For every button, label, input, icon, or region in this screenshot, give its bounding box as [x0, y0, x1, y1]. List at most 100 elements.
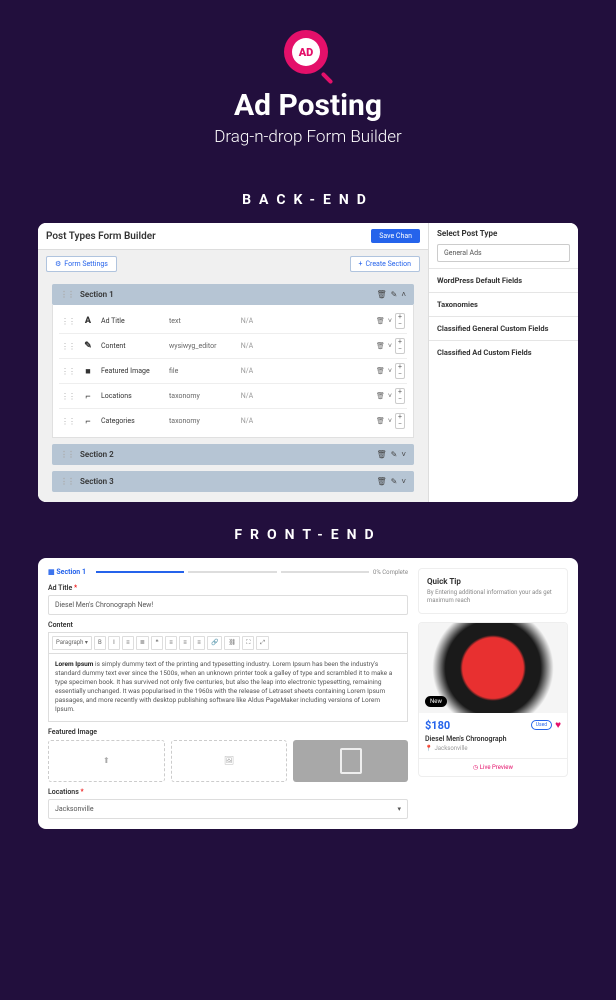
bold-button[interactable]: B: [94, 636, 106, 650]
section-title: Section 3: [80, 477, 114, 486]
section-header-1[interactable]: ⋮⋮Section 1 🗑✎˄: [52, 284, 414, 305]
logo-text: AD: [292, 38, 320, 66]
used-tag: Used: [531, 720, 552, 730]
trash-icon[interactable]: 🗑: [376, 342, 385, 350]
drag-handle-icon[interactable]: ⋮⋮: [61, 317, 75, 326]
minus-icon[interactable]: −: [396, 421, 404, 428]
chevron-down-icon[interactable]: ˅: [388, 317, 392, 325]
drag-handle-icon[interactable]: ⋮⋮: [61, 342, 75, 351]
preview-card: New $180 Used ♥ Diesel Men's Chronograph…: [418, 622, 568, 777]
form-settings-button[interactable]: ⚙Form Settings: [46, 256, 117, 272]
backend-label: BACK-END: [0, 192, 616, 208]
drag-handle-icon[interactable]: ⋮⋮: [61, 392, 75, 401]
page-title: Post Types Form Builder: [46, 231, 156, 242]
hero-subtitle: Drag-n-drop Form Builder: [0, 127, 616, 147]
drag-handle-icon[interactable]: ⋮⋮: [61, 417, 75, 426]
progress-percent: 0% Complete: [373, 569, 408, 576]
ad-title-input[interactable]: Diesel Men's Chronograph New!: [48, 595, 408, 615]
expand-button[interactable]: ⤢: [256, 636, 269, 650]
save-button[interactable]: Save Chan: [371, 229, 420, 243]
gear-icon: ⚙: [55, 260, 61, 268]
trash-icon[interactable]: 🗑: [376, 290, 386, 299]
paragraph-select[interactable]: Paragraph ▾: [52, 636, 92, 650]
link-button[interactable]: 🔗: [207, 636, 222, 650]
upload-slot-3[interactable]: [293, 740, 408, 782]
minus-icon[interactable]: −: [396, 371, 404, 378]
edit-icon[interactable]: ✎: [391, 477, 398, 486]
align-left-button[interactable]: ≡: [165, 636, 177, 650]
heart-icon[interactable]: ♥: [555, 720, 561, 731]
step-line-1[interactable]: [96, 571, 184, 573]
field-row[interactable]: ⋮⋮ ✎ Content wysiwyg_editor N/A 🗑˅+−: [59, 334, 407, 359]
chevron-down-icon[interactable]: ˅: [388, 367, 392, 375]
chevron-down-icon[interactable]: ˅: [401, 450, 406, 459]
chevron-down-icon[interactable]: ˅: [388, 417, 392, 425]
trash-icon[interactable]: 🗑: [376, 450, 386, 459]
featured-image-label: Featured Image: [48, 728, 408, 736]
field-row[interactable]: ⋮⋮ ⌐ Categories taxonomy N/A 🗑˅+−: [59, 409, 407, 433]
editor-field-icon: ✎: [81, 339, 95, 353]
unlink-button[interactable]: ⛓: [224, 636, 240, 650]
upload-slot-1[interactable]: ⬆: [48, 740, 165, 782]
fullscreen-button[interactable]: ⛶: [242, 636, 254, 650]
locations-select[interactable]: Jacksonville▾: [48, 799, 408, 819]
chevron-down-icon[interactable]: ˅: [388, 392, 392, 400]
editor-toolbar: Paragraph ▾ B I ≡ ≣ ❝ ≡ ≡ ≡ 🔗 ⛓ ⛶ ⤢: [48, 632, 408, 653]
section-header-2[interactable]: ⋮⋮ Section 2 🗑 ✎˅: [52, 444, 414, 465]
drag-handle-icon[interactable]: ⋮⋮: [60, 477, 74, 486]
minus-icon[interactable]: −: [396, 321, 404, 328]
trash-icon[interactable]: 🗑: [376, 367, 385, 375]
edit-icon[interactable]: ✎: [391, 450, 398, 459]
drag-handle-icon[interactable]: ⋮⋮: [60, 450, 74, 459]
field-row[interactable]: ⋮⋮ ⌐ Locations taxonomy N/A 🗑˅+−: [59, 384, 407, 409]
field-row[interactable]: ⋮⋮ ■ Featured Image file N/A 🗑˅+−: [59, 359, 407, 384]
ul-button[interactable]: ≡: [122, 636, 134, 650]
sidebar-item[interactable]: Classified General Custom Fields: [429, 316, 578, 340]
ol-button[interactable]: ≣: [136, 636, 149, 650]
trash-icon[interactable]: 🗑: [376, 477, 386, 486]
locations-label: Locations *: [48, 788, 408, 796]
section-header-3[interactable]: ⋮⋮ Section 3 🗑 ✎˅: [52, 471, 414, 492]
preview-title: Diesel Men's Chronograph: [425, 735, 561, 743]
quote-button[interactable]: ❝: [151, 636, 163, 650]
field-row[interactable]: ⋮⋮ A Ad Title text N/A 🗑˅+−: [59, 309, 407, 334]
align-center-button[interactable]: ≡: [179, 636, 191, 650]
upload-slot-2[interactable]: 🖼: [171, 740, 288, 782]
create-section-button[interactable]: +Create Section: [350, 256, 421, 272]
step-progress: ▦ Section 1 0% Complete: [48, 568, 408, 576]
file-icon: [340, 748, 362, 774]
frontend-label: FRONT-END: [0, 527, 616, 543]
sidebar-item[interactable]: WordPress Default Fields: [429, 268, 578, 292]
minus-icon[interactable]: −: [396, 396, 404, 403]
content-editor[interactable]: Lorem Ipsum is simply dummy text of the …: [48, 653, 408, 722]
live-preview-button[interactable]: ◷ Live Preview: [419, 758, 567, 776]
preview-price: $180: [425, 719, 450, 732]
drag-handle-icon[interactable]: ⋮⋮: [60, 290, 74, 299]
step-line-2[interactable]: [188, 571, 276, 573]
drag-handle-icon[interactable]: ⋮⋮: [61, 367, 75, 376]
chevron-up-icon[interactable]: ˄: [401, 290, 406, 299]
edit-icon[interactable]: ✎: [391, 290, 398, 299]
sidebar-item[interactable]: Taxonomies: [429, 292, 578, 316]
minus-icon[interactable]: −: [396, 346, 404, 353]
chevron-down-icon[interactable]: ˅: [401, 477, 406, 486]
preview-image: New: [419, 623, 567, 713]
post-type-select[interactable]: General Ads: [437, 244, 570, 262]
trash-icon[interactable]: 🗑: [376, 317, 385, 325]
align-right-button[interactable]: ≡: [193, 636, 205, 650]
upload-icon: ⬆: [103, 756, 110, 765]
step-line-3[interactable]: [281, 571, 369, 573]
trash-icon[interactable]: 🗑: [376, 392, 385, 400]
preview-location: 📍Jacksonville: [425, 745, 561, 752]
app-logo: AD: [284, 30, 332, 78]
chevron-down-icon[interactable]: ˅: [388, 342, 392, 350]
trash-icon[interactable]: 🗑: [376, 417, 385, 425]
section-icon: ▦: [48, 568, 55, 576]
section-title: Section 2: [80, 450, 114, 459]
clock-icon: ◷: [473, 764, 478, 771]
sidebar-item[interactable]: Classified Ad Custom Fields: [429, 340, 578, 364]
backend-panel: Post Types Form Builder Save Chan ⚙Form …: [38, 223, 578, 502]
taxonomy-field-icon: ⌐: [81, 414, 95, 428]
italic-button[interactable]: I: [108, 636, 120, 650]
tip-text: By Entering additional information your …: [427, 589, 559, 605]
